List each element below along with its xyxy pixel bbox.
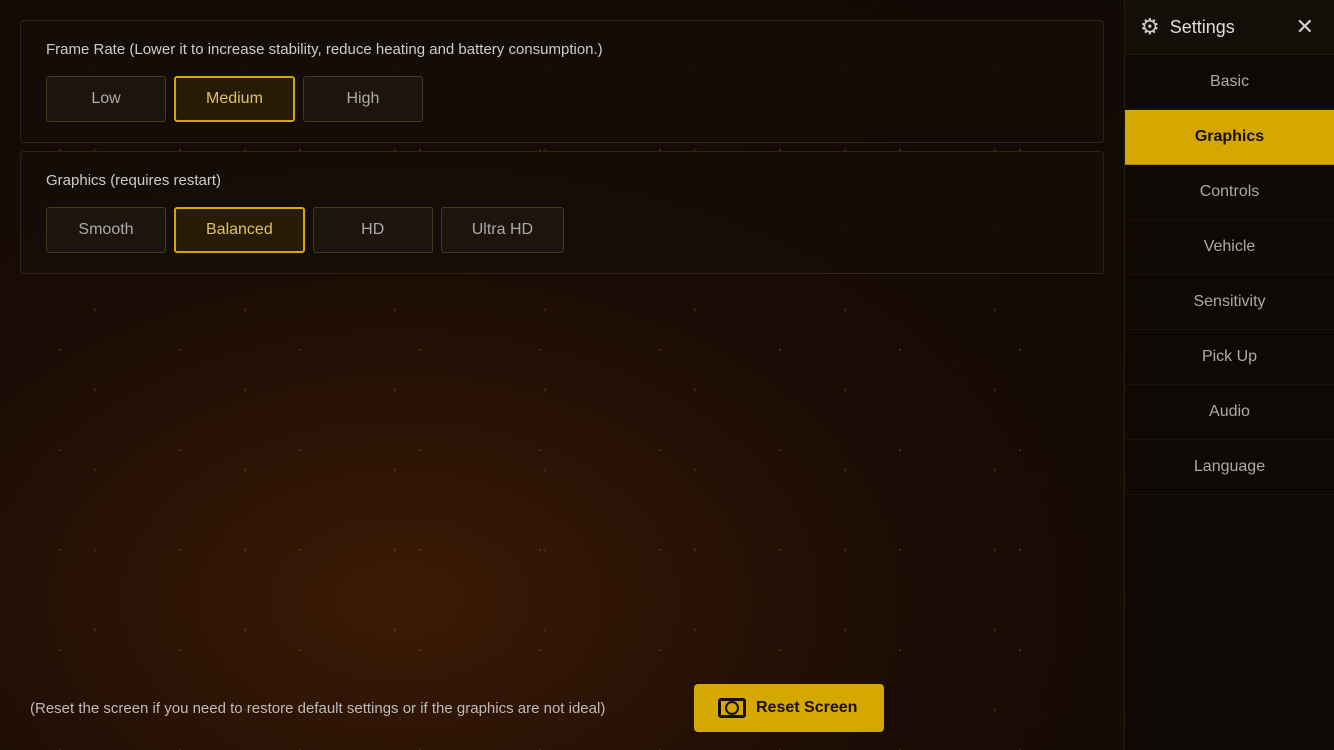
- framerate-button-group: Low Medium High: [46, 76, 1078, 122]
- header-title: Settings: [1170, 17, 1235, 38]
- graphics-ultrahd-btn[interactable]: Ultra HD: [441, 207, 564, 253]
- sidebar-item-controls[interactable]: Controls: [1125, 165, 1334, 220]
- bottom-hint: (Reset the screen if you need to restore…: [30, 700, 605, 717]
- graphics-label: Graphics (requires restart): [46, 172, 1078, 189]
- sidebar-item-audio[interactable]: Audio: [1125, 385, 1334, 440]
- graphics-panel: Graphics (requires restart) Smooth Balan…: [20, 151, 1104, 274]
- close-button[interactable]: ✕: [1291, 9, 1319, 45]
- graphics-button-group: Smooth Balanced HD Ultra HD: [46, 207, 1078, 253]
- framerate-panel: Frame Rate (Lower it to increase stabili…: [20, 20, 1104, 143]
- sidebar-item-pickup[interactable]: Pick Up: [1125, 330, 1334, 385]
- gear-icon: ⚙: [1140, 14, 1160, 40]
- sidebar-item-basic[interactable]: Basic: [1125, 55, 1334, 110]
- reset-label: Reset Screen: [756, 699, 857, 717]
- sidebar-item-vehicle[interactable]: Vehicle: [1125, 220, 1334, 275]
- reset-screen-button[interactable]: Reset Screen: [694, 684, 884, 732]
- header-title-area: ⚙ Settings: [1140, 14, 1235, 40]
- graphics-smooth-btn[interactable]: Smooth: [46, 207, 166, 253]
- framerate-low-btn[interactable]: Low: [46, 76, 166, 122]
- graphics-balanced-btn[interactable]: Balanced: [174, 207, 305, 253]
- reset-icon: [718, 698, 746, 718]
- graphics-hd-btn[interactable]: HD: [313, 207, 433, 253]
- framerate-label: Frame Rate (Lower it to increase stabili…: [46, 41, 1078, 58]
- framerate-high-btn[interactable]: High: [303, 76, 423, 122]
- main-content: Frame Rate (Lower it to increase stabili…: [0, 0, 1124, 750]
- sidebar: ⚙ Settings ✕ Basic Graphics Controls Veh…: [1124, 0, 1334, 750]
- sidebar-item-sensitivity[interactable]: Sensitivity: [1125, 275, 1334, 330]
- bottom-bar: (Reset the screen if you need to restore…: [0, 666, 914, 750]
- sidebar-item-graphics[interactable]: Graphics: [1125, 110, 1334, 165]
- sidebar-header: ⚙ Settings ✕: [1125, 0, 1334, 55]
- framerate-medium-btn[interactable]: Medium: [174, 76, 295, 122]
- sidebar-item-language[interactable]: Language: [1125, 440, 1334, 495]
